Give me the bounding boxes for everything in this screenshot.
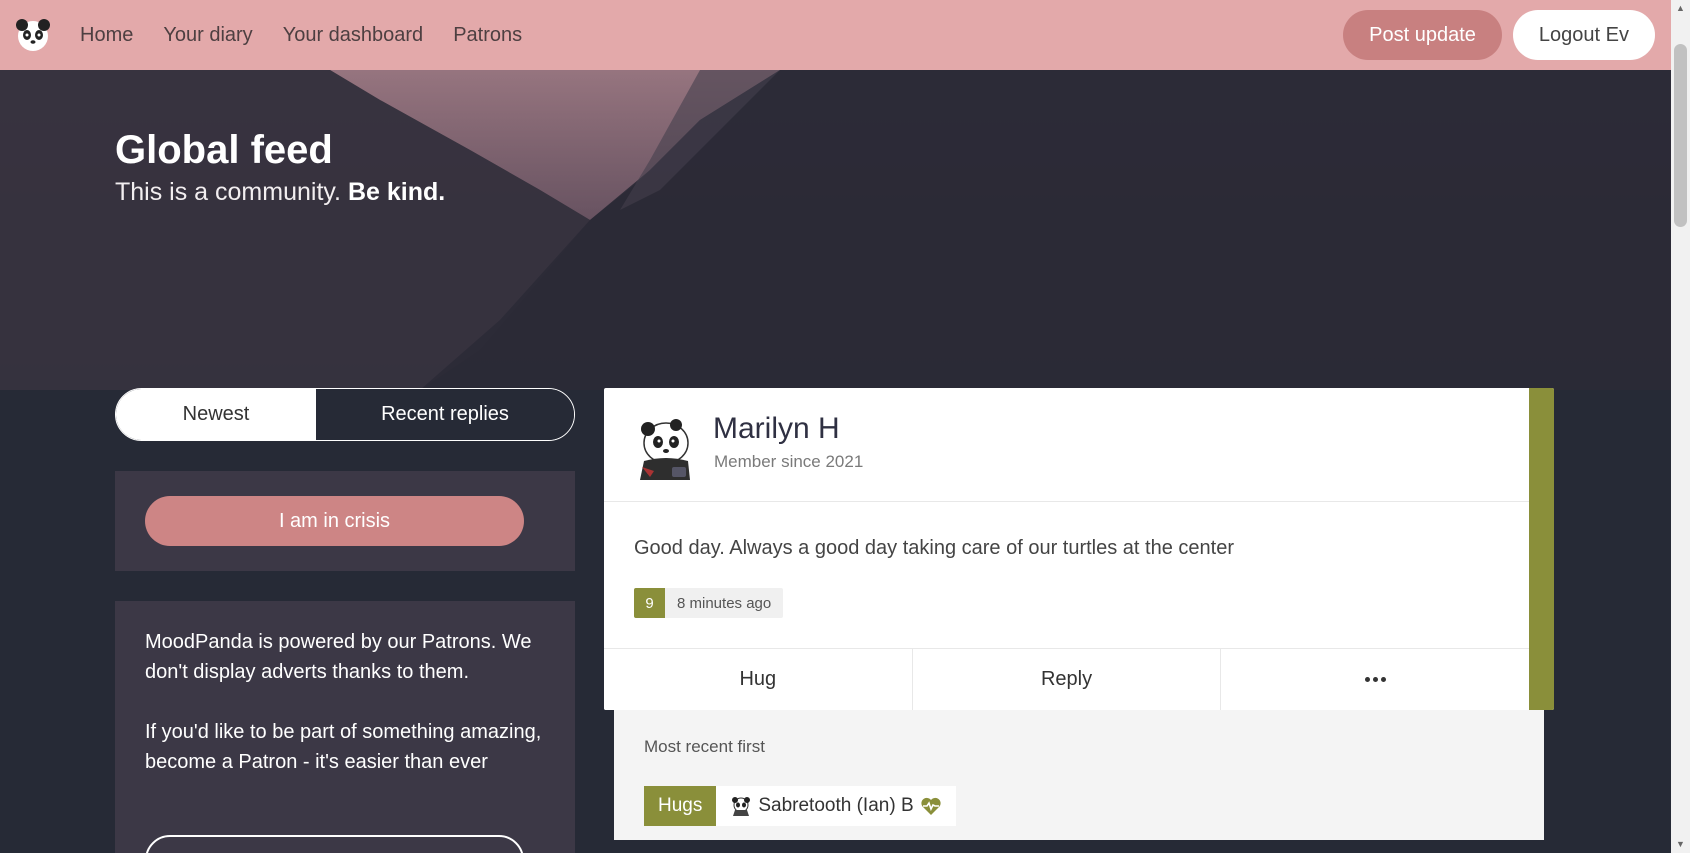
reply-button[interactable]: Reply [912,649,1222,710]
panda-logo-icon[interactable] [15,17,51,53]
patron-text: MoodPanda is powered by our Patrons. We … [145,627,545,777]
hugger-item[interactable]: Sabretooth (Ian) B [716,786,956,826]
crisis-panel: I am in crisis [115,471,575,571]
post-body-text: Good day. Always a good day taking care … [634,537,1234,559]
hugs-label: Hugs [644,786,717,826]
page-subtitle: This is a community. Be kind. [115,178,446,206]
crisis-button[interactable]: I am in crisis [145,496,524,546]
patron-panel: MoodPanda is powered by our Patrons. We … [115,601,575,853]
divider [604,501,1529,502]
patron-text-line1: MoodPanda is powered by our Patrons. We … [145,631,532,683]
post-actions: Hug Reply [604,649,1530,710]
hero-banner: Global feed This is a community. Be kind… [0,70,1671,390]
sort-order-label[interactable]: Most recent first [644,737,765,757]
nav-home[interactable]: Home [80,24,133,47]
hugger-name: Sabretooth (Ian) B [758,795,914,816]
hugs-row: Hugs Sabretooth (Ian) B [644,786,956,826]
top-navbar: Home Your diary Your dashboard Patrons P… [0,0,1671,70]
become-patron-button[interactable] [145,835,524,853]
panda-avatar-icon[interactable] [630,415,695,480]
post-timestamp: 8 minutes ago [665,588,784,618]
nav-actions: Post update Logout Ev [1343,10,1655,60]
post-author-name[interactable]: Marilyn H [713,412,840,446]
scroll-down-arrow-icon[interactable]: ▼ [1671,836,1690,853]
post-card: Marilyn H Member since 2021 Good day. Al… [604,388,1554,710]
panda-avatar-icon [732,797,751,816]
nav-your-diary[interactable]: Your diary [163,24,252,47]
page-title: Global feed [115,128,333,172]
hug-button[interactable]: Hug [604,649,913,710]
mood-badge: 9 8 minutes ago [634,588,784,618]
mood-color-stripe [1529,388,1554,710]
more-dots-icon [1364,677,1386,682]
patron-text-line2: If you'd like to be part of something am… [145,721,542,773]
nav-patrons[interactable]: Patrons [453,24,522,47]
scroll-thumb[interactable] [1674,44,1687,227]
mountain-background [0,70,1671,390]
page-scrollbar[interactable]: ▲ ▼ [1671,0,1690,853]
feed-tabs: Newest Recent replies [115,388,575,441]
post-update-button[interactable]: Post update [1343,10,1502,60]
replies-panel: Most recent first Hugs Sabretooth (Ian) … [614,710,1544,840]
logout-button[interactable]: Logout Ev [1512,10,1655,60]
tab-recent-replies[interactable]: Recent replies [316,389,574,440]
tab-newest[interactable]: Newest [116,389,316,440]
scroll-up-arrow-icon[interactable]: ▲ [1671,0,1690,17]
nav-your-dashboard[interactable]: Your dashboard [283,24,424,47]
more-options-button[interactable] [1221,649,1530,710]
member-since: Member since 2021 [714,452,864,471]
mood-rating: 9 [634,588,665,618]
heart-pulse-icon [921,797,941,815]
